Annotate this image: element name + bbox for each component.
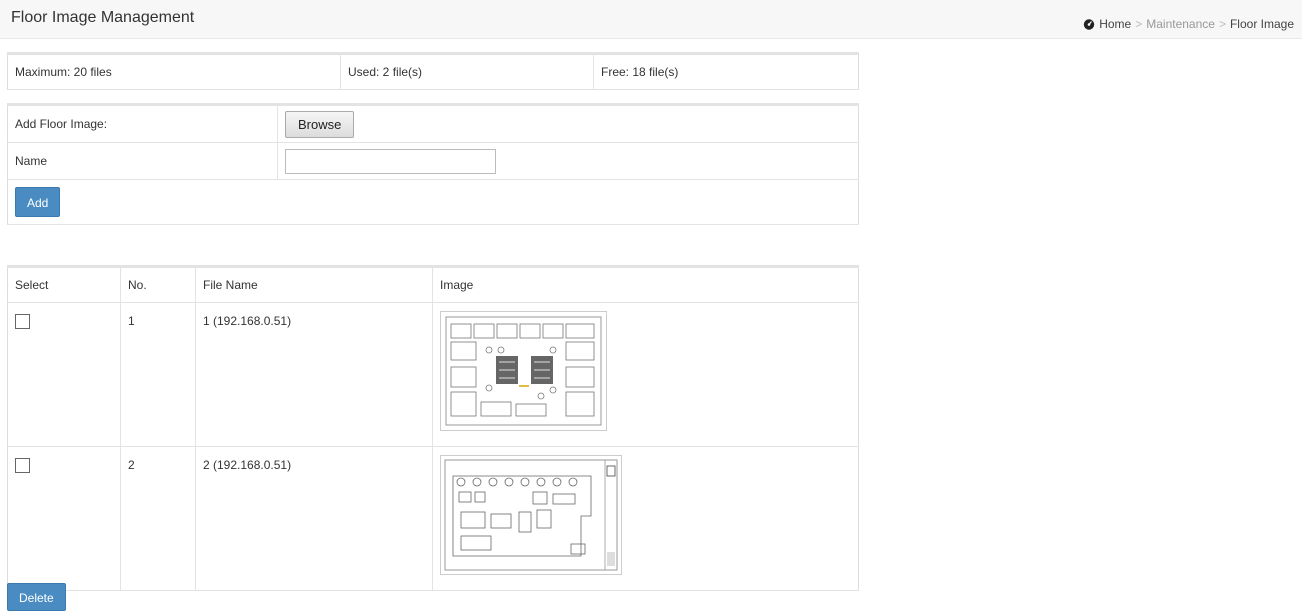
delete-button[interactable]: Delete <box>7 583 66 611</box>
file-name: 2 (192.168.0.51) <box>195 446 433 591</box>
breadcrumb-maintenance[interactable]: Maintenance <box>1146 17 1215 31</box>
table-row: 2 2 (192.168.0.51) <box>7 446 859 591</box>
dashboard-icon <box>1084 19 1095 30</box>
add-floor-image-form: Add Floor Image: Browse Name Add <box>7 103 859 225</box>
name-cell <box>277 142 859 180</box>
add-button[interactable]: Add <box>15 187 61 217</box>
column-header-image: Image <box>432 266 859 303</box>
table-row: 1 1 (192.168.0.51) <box>7 302 859 447</box>
file-quota-table: Maximum: 20 files Used: 2 file(s) Free: … <box>7 52 859 90</box>
maximum-files: Maximum: 20 files <box>7 53 341 90</box>
breadcrumb-separator: > <box>1135 17 1143 31</box>
browse-cell: Browse <box>277 104 859 143</box>
name-input[interactable] <box>285 148 496 174</box>
breadcrumb-floor-image: Floor Image <box>1229 17 1294 31</box>
floor-plan-thumbnail <box>440 311 607 431</box>
select-cell <box>7 446 121 591</box>
add-floor-image-label: Add Floor Image: <box>7 104 278 143</box>
breadcrumb-separator: > <box>1218 17 1226 31</box>
name-label: Name <box>7 142 278 180</box>
page-title: Floor Image Management <box>11 9 195 26</box>
floor-image-table: Select No. File Name Image 1 1 (192.168.… <box>7 265 859 591</box>
add-button-cell: Add <box>7 179 859 225</box>
row-number: 1 <box>120 302 196 447</box>
free-files: Free: 18 file(s) <box>593 53 859 90</box>
page-header: Floor Image Management Home > Maintenanc… <box>0 0 1302 39</box>
breadcrumb: Home > Maintenance > Floor Image <box>1083 17 1294 31</box>
file-name: 1 (192.168.0.51) <box>195 302 433 447</box>
image-cell <box>432 446 859 591</box>
select-cell <box>7 302 121 447</box>
row-number: 2 <box>120 446 196 591</box>
column-header-no: No. <box>120 266 196 303</box>
image-cell <box>432 302 859 447</box>
column-header-select: Select <box>7 266 121 303</box>
select-checkbox[interactable] <box>15 458 30 473</box>
select-checkbox[interactable] <box>15 314 30 329</box>
delete-wrapper: Delete <box>7 583 66 611</box>
used-files: Used: 2 file(s) <box>340 53 594 90</box>
column-header-file-name: File Name <box>195 266 433 303</box>
table-header-row: Select No. File Name Image <box>7 266 859 303</box>
breadcrumb-home[interactable]: Home <box>1099 17 1131 31</box>
browse-button[interactable]: Browse <box>285 110 355 138</box>
floor-plan-thumbnail <box>440 455 622 575</box>
